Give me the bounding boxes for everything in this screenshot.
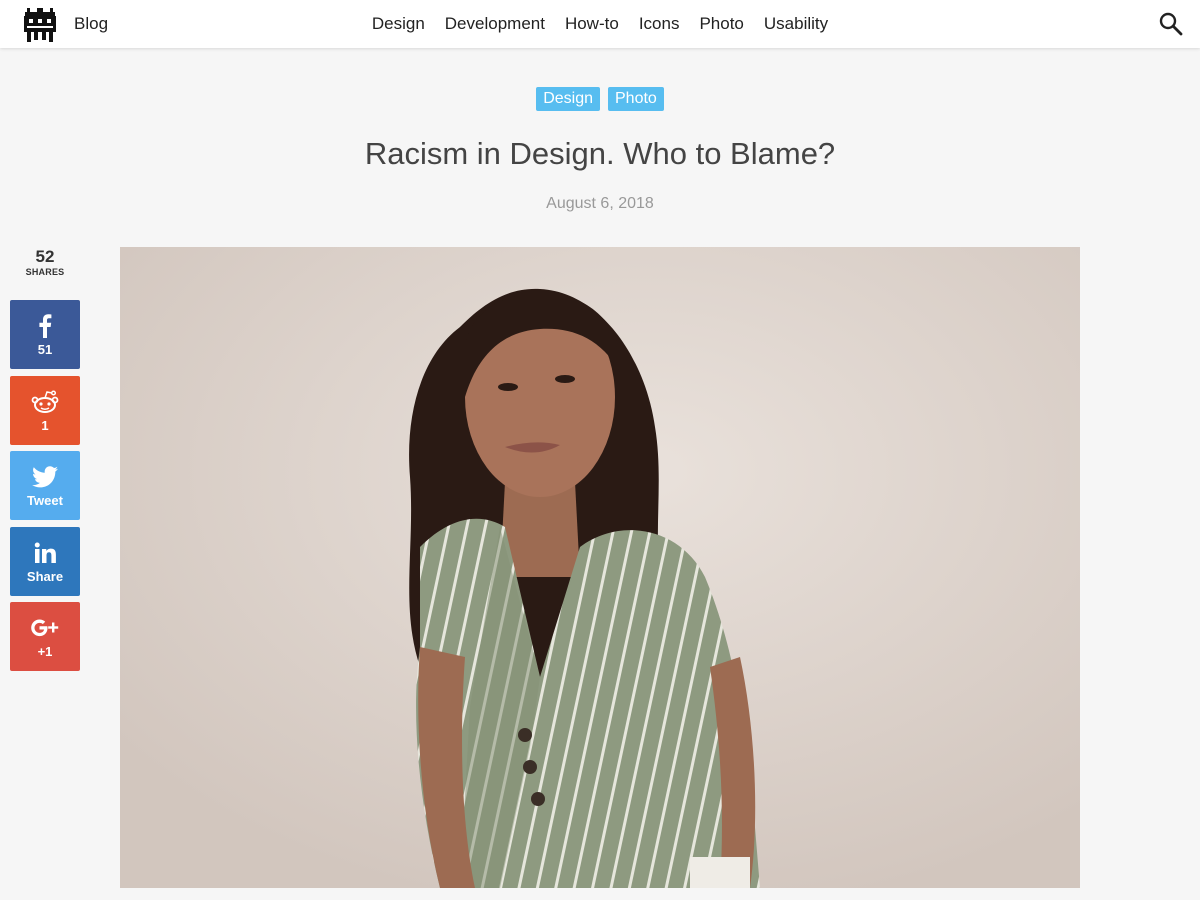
tag-photo[interactable]: Photo: [608, 87, 664, 111]
twitter-icon: [32, 463, 58, 491]
nav-item-usability[interactable]: Usability: [764, 14, 828, 34]
linkedin-share-label: Share: [26, 569, 64, 584]
google-plus-share-label: +1: [37, 644, 53, 659]
facebook-icon: [38, 312, 52, 340]
share-count: 52 SHARES: [10, 247, 80, 277]
nav-item-how-to[interactable]: How-to: [565, 14, 619, 34]
share-total-label: SHARES: [25, 267, 65, 277]
search-icon[interactable]: [1158, 11, 1184, 37]
twitter-share-label: Tweet: [27, 493, 63, 508]
nav-item-development[interactable]: Development: [445, 14, 545, 34]
article-tags: Design Photo: [0, 87, 1200, 111]
twitter-share-button[interactable]: Tweet: [10, 451, 80, 520]
logo-icon[interactable]: [24, 8, 56, 42]
linkedin-icon: [34, 539, 56, 567]
reddit-share-button[interactable]: 1: [10, 376, 80, 445]
nav-item-design[interactable]: Design: [372, 14, 425, 34]
facebook-share-button[interactable]: 51: [10, 300, 80, 369]
linkedin-share-button[interactable]: Share: [10, 527, 80, 596]
google-plus-icon: [30, 614, 60, 642]
nav-item-icons[interactable]: Icons: [639, 14, 680, 34]
main-nav: Design Development How-to Icons Photo Us…: [0, 14, 1200, 34]
share-total: 52: [35, 247, 55, 266]
site-header: Blog Design Development How-to Icons Pho…: [0, 0, 1200, 48]
blog-link[interactable]: Blog: [74, 14, 108, 34]
google-plus-share-button[interactable]: +1: [10, 602, 80, 671]
portrait-photo: [120, 247, 1080, 888]
article-title: Racism in Design. Who to Blame?: [364, 136, 836, 171]
tag-design[interactable]: Design: [536, 87, 600, 111]
reddit-icon: [30, 388, 60, 416]
article-date: August 6, 2018: [546, 195, 654, 212]
nav-item-photo[interactable]: Photo: [699, 14, 743, 34]
reddit-share-count: 1: [41, 418, 49, 433]
hero-image: [120, 247, 1080, 888]
facebook-share-count: 51: [37, 342, 53, 357]
